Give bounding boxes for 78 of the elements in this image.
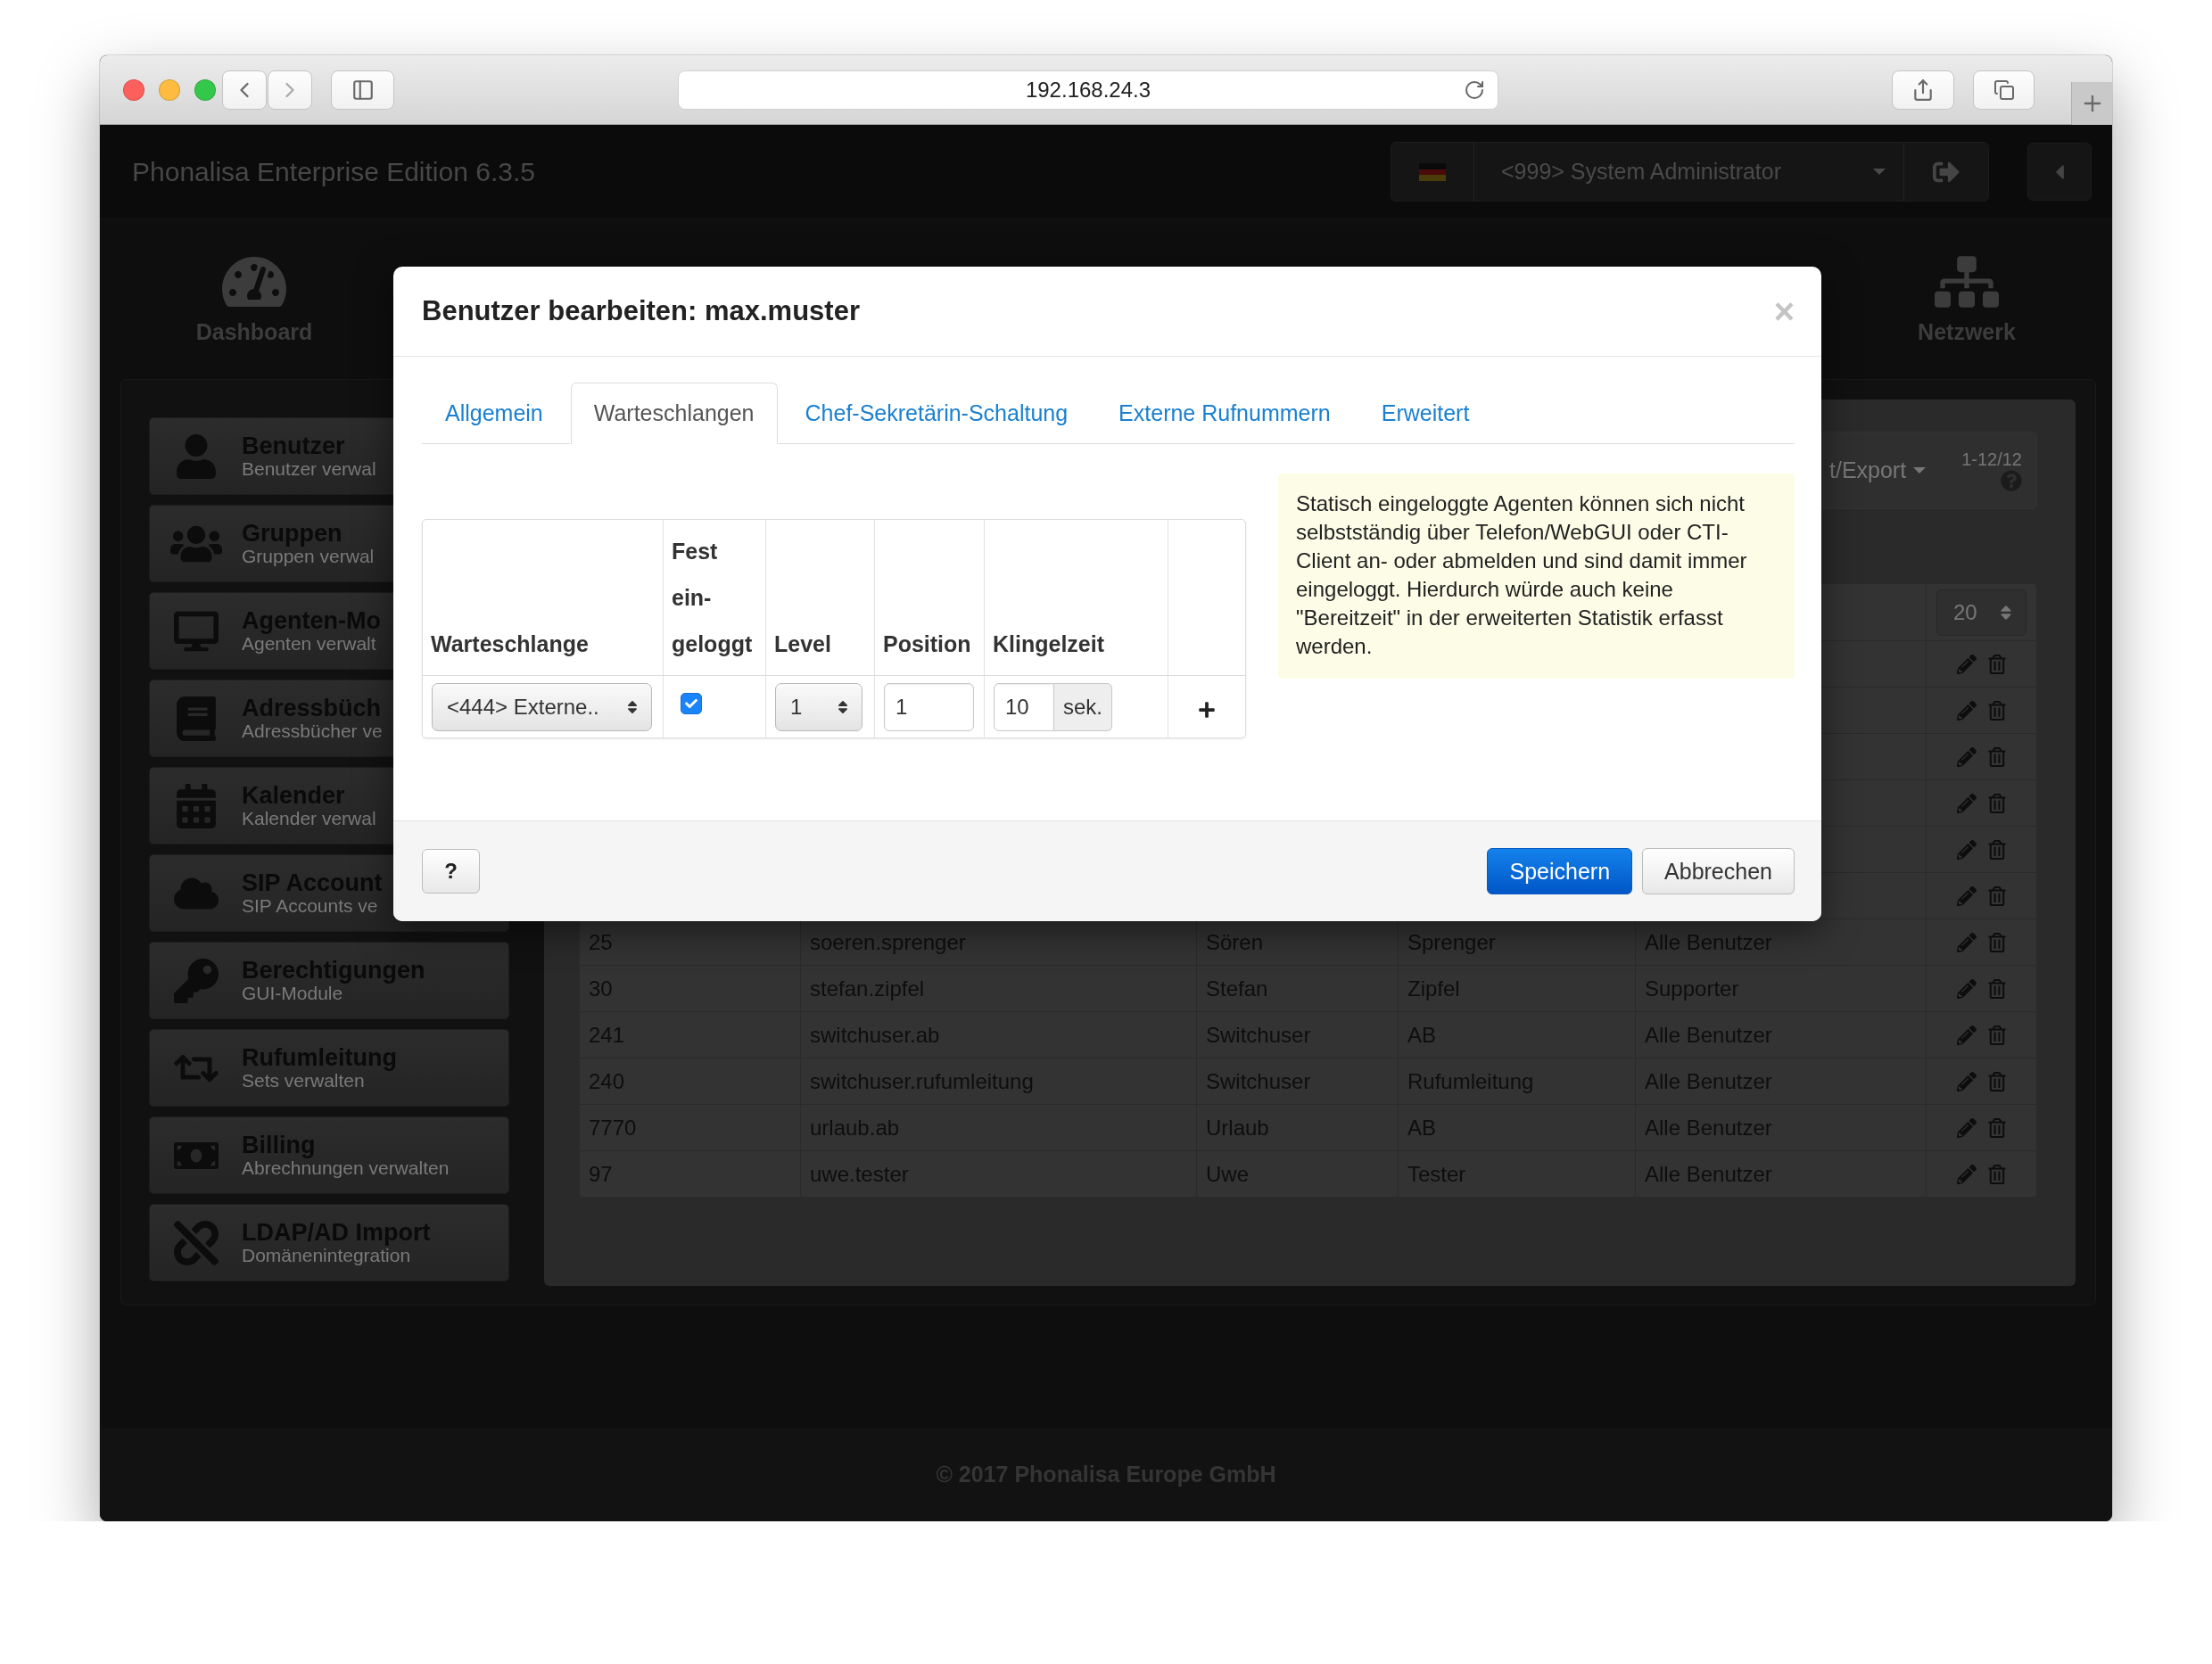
edit-icon[interactable] xyxy=(1956,978,1977,999)
cancel-button[interactable]: Abbrechen xyxy=(1642,848,1795,894)
zoom-window-button[interactable] xyxy=(194,78,216,101)
sidebar-icon xyxy=(351,78,375,102)
sidebar-item-subtitle: Abrechnungen verwalten xyxy=(242,1157,450,1178)
sidebar-button[interactable] xyxy=(331,70,394,110)
share-icon xyxy=(1911,78,1935,102)
sidebar-item-subtitle: Gruppen verwal xyxy=(242,546,375,566)
add-button[interactable] xyxy=(1197,700,1216,719)
record-count: 1-12/12 xyxy=(1961,449,2022,470)
unit-label: sek. xyxy=(1054,682,1112,731)
address-bar[interactable]: 192.168.24.3 xyxy=(678,70,1498,110)
edit-icon[interactable] xyxy=(1956,700,1977,721)
edit-icon[interactable] xyxy=(1956,654,1977,674)
level-select[interactable]: 1 xyxy=(775,682,863,731)
position-field[interactable]: 1 xyxy=(884,682,974,731)
sidebar-item-subtitle: Domänenintegration xyxy=(242,1245,411,1265)
column-header: Klingelzeit xyxy=(993,630,1104,658)
share-button[interactable] xyxy=(1892,70,1954,110)
app-title: Phonalisa Enterprise Edition 6.3.5 xyxy=(132,156,536,187)
broken-link-icon xyxy=(173,1220,219,1265)
info-note: Statisch eingeloggte Agenten können sich nicht selbstständig über Telefon/WebGUI oder CTI-Client an- oder abmelden und sind damit immer eingeloggt. Hierdurch würde auch keine "Bereitzeit" in der erweiterten Statistik erfasst werden. xyxy=(1278,474,1795,679)
flag-icon xyxy=(1419,162,1446,181)
save-button[interactable]: Speichern xyxy=(1487,848,1633,894)
delete-icon[interactable] xyxy=(1986,1025,2007,1045)
delete-icon[interactable] xyxy=(1986,1117,2007,1138)
sidebar-item-subtitle: Agenten verwalt xyxy=(242,633,376,654)
page-size-select[interactable]: 20 xyxy=(1936,589,2026,636)
new-tab-button[interactable] xyxy=(2071,82,2112,125)
delete-icon[interactable] xyxy=(1986,700,2007,721)
delete-icon[interactable] xyxy=(1986,746,2007,767)
close-window-button[interactable] xyxy=(123,78,144,101)
caret-icon xyxy=(1873,169,1886,175)
plus-icon xyxy=(1197,700,1216,719)
sidebar-item-subtitle: SIP Accounts ve xyxy=(242,895,379,916)
key-icon xyxy=(173,958,219,1003)
sidebar-item-subtitle: Adressbücher ve xyxy=(242,721,383,741)
delete-icon[interactable] xyxy=(1986,886,2007,906)
edit-icon[interactable] xyxy=(1956,886,1977,906)
delete-icon[interactable] xyxy=(1986,932,2007,952)
edit-icon[interactable] xyxy=(1956,1117,1977,1138)
edit-icon[interactable] xyxy=(1956,1164,1977,1184)
caret-icon xyxy=(1913,467,1927,474)
checkbox[interactable] xyxy=(681,693,702,714)
delete-icon[interactable] xyxy=(1986,1071,2007,1091)
back-button[interactable] xyxy=(222,70,267,110)
edit-icon[interactable] xyxy=(1956,1025,1977,1045)
edit-icon[interactable] xyxy=(1956,746,1977,767)
edit-icon[interactable] xyxy=(1956,839,1977,860)
check-icon xyxy=(685,697,697,710)
column-header: Level xyxy=(774,630,831,658)
delete-icon[interactable] xyxy=(1986,1164,2007,1184)
minimize-window-button[interactable] xyxy=(159,78,180,101)
delete-icon[interactable] xyxy=(1986,839,2007,860)
delete-icon[interactable] xyxy=(1986,978,2007,999)
collapse-button[interactable] xyxy=(2027,143,2092,201)
column-header: Position xyxy=(883,630,971,658)
queue-select[interactable]: <444> Externe.. xyxy=(432,682,652,731)
sidebar-item-subtitle: Kalender verwal xyxy=(242,808,376,828)
tabs-button[interactable] xyxy=(1973,70,2035,110)
delete-icon[interactable] xyxy=(1986,654,2007,674)
sidebar-item-subtitle: GUI-Module xyxy=(242,983,343,1003)
ring-time-field[interactable]: 10 xyxy=(994,682,1054,731)
url-text: 192.168.24.3 xyxy=(1025,77,1151,103)
column-header: Fest ein-geloggt xyxy=(672,538,754,658)
forward-button[interactable] xyxy=(268,70,312,110)
edit-icon[interactable] xyxy=(1956,932,1977,952)
edit-icon[interactable] xyxy=(1956,793,1977,813)
sidebar-item-subtitle: Sets verwalten xyxy=(242,1070,365,1091)
tabs-icon xyxy=(1993,78,2015,101)
edit-icon[interactable] xyxy=(1956,1071,1977,1091)
export-menu[interactable]: t/Export xyxy=(1829,457,1927,483)
reload-icon[interactable] xyxy=(1464,78,1485,101)
help-button[interactable]: ? xyxy=(422,849,480,894)
dialog-title: Benutzer bearbeiten: max.muster xyxy=(422,295,860,327)
delete-icon[interactable] xyxy=(1986,793,2007,813)
tab[interactable]: Warteschlangen xyxy=(570,383,778,444)
sidebar-item-subtitle: Benutzer verwal xyxy=(242,458,376,479)
